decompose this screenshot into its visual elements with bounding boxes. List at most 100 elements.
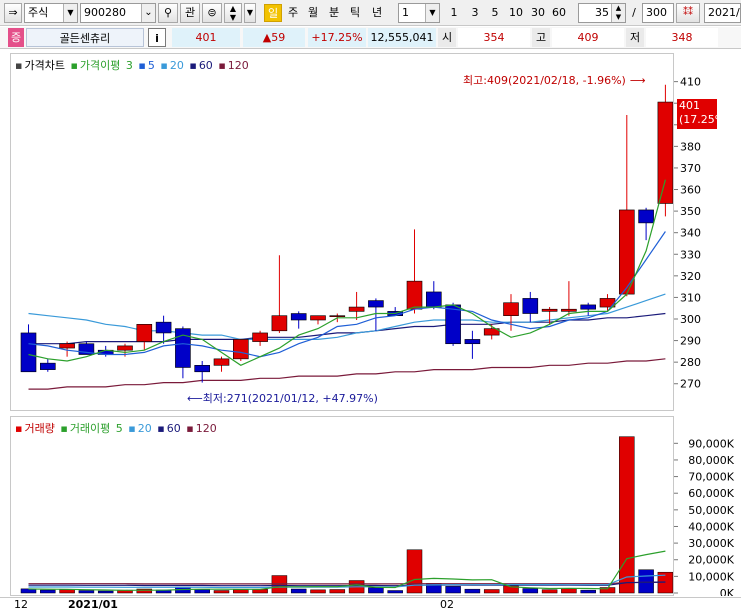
volume-legend: ▪ 거래량 ▪ 거래이평 5 ▪ 20 ▪ 60 ▪ 120 (15, 422, 217, 435)
stock-name-field[interactable]: 골든센츄리 (26, 28, 144, 47)
price-tick-label: 290 (680, 335, 701, 348)
chevron-down-icon[interactable]: ▼ (425, 4, 439, 22)
period-week-button[interactable]: 주 (284, 4, 302, 22)
minute-60-button[interactable]: 60 (549, 4, 569, 22)
candle-body (117, 345, 133, 351)
price-ma-3: 3 (125, 59, 133, 72)
chart-settings-icon[interactable]: ⁑⁑ (676, 3, 700, 23)
trade-volume: 12,555,041 (368, 28, 436, 47)
count-divider: / (632, 6, 636, 19)
candle-body (310, 315, 326, 321)
volume-legend-title: 거래량 (24, 422, 55, 435)
candle-body (541, 308, 558, 312)
volume-ma-60: 60 (166, 422, 181, 435)
price-change: ▲59 (243, 28, 305, 47)
chevron-down-icon[interactable]: ▼ (63, 4, 77, 22)
market-type-select[interactable]: 주식 ▼ (24, 3, 78, 23)
minute-1-button[interactable]: 1 (446, 4, 462, 22)
volume-bar (406, 549, 423, 594)
candle-body (175, 328, 191, 368)
interval-value: 1 (402, 6, 409, 19)
candle-body (233, 339, 249, 360)
low-label: 저 (626, 28, 644, 47)
minute-3-button[interactable]: 3 (467, 4, 483, 22)
candle-body (425, 291, 442, 308)
price-tick-label: 310 (680, 291, 701, 304)
candle-body (580, 304, 597, 310)
up-down-spinner-icon[interactable]: ▲ ▼ (224, 3, 242, 23)
minute-5-button[interactable]: 5 (487, 4, 503, 22)
candle-body (20, 332, 37, 373)
candle-body (445, 304, 461, 345)
date-label-dec: 12 (14, 598, 28, 611)
price-tick-label: 280 (680, 356, 701, 369)
candle-body (39, 362, 56, 370)
price-chart-canvas (20, 84, 674, 390)
stock-code-input[interactable]: 900280 ⌄ (80, 3, 156, 23)
volume-chart-pane[interactable]: ▪ 거래량 ▪ 거래이평 5 ▪ 20 ▪ 60 ▪ 120 (10, 416, 674, 596)
current-price-tag-rate: (17.25%) (679, 113, 730, 126)
period-day-button[interactable]: 일 (264, 4, 282, 22)
volume-tick-label: 40,000K (688, 520, 734, 533)
price-tick-label: 360 (680, 184, 701, 197)
date-value: 2021/0 (708, 6, 740, 19)
volume-ma-20: 20 (137, 422, 152, 435)
volume-tick-label: 60,000K (688, 487, 734, 500)
price-ma-60: 60 (198, 59, 213, 72)
minute-10-button[interactable]: 10 (506, 4, 526, 22)
date-input[interactable]: 2021/0 (704, 3, 741, 23)
high-marker-label: 최고:409(2021/02/18, -1.96%) (463, 74, 626, 87)
volume-bar (59, 589, 75, 594)
volume-tick-label: 0K (720, 587, 735, 596)
period-month-button[interactable]: 월 (304, 4, 322, 22)
price-legend-title: 가격차트 (24, 59, 65, 72)
candle-body (136, 324, 153, 342)
count-value: 300 (646, 6, 667, 19)
volume-axis: 0K 10,000K 20,000K 30,000K 40,000K 50,000K 60,… (674, 416, 738, 600)
zoom-stepper[interactable]: 35 ▲ ▼ (578, 3, 626, 23)
price-legend: ▪ 가격차트 ▪ 가격이평 3 ▪ 5 ▪ 20 ▪ 60 ▪ 120 (15, 59, 249, 72)
interval-select[interactable]: 1 ▼ (398, 3, 440, 23)
volume-ma-label: 거래이평 (69, 422, 111, 435)
info-button[interactable]: i (148, 28, 166, 47)
high-marker: 최고:409(2021/02/18, -1.96%) ⟶ (463, 74, 646, 87)
volume-axis-canvas: 0K 10,000K 20,000K 30,000K 40,000K 50,000K 60,… (674, 437, 735, 600)
period-tick-button[interactable]: 틱 (346, 4, 364, 22)
volume-bar (464, 588, 481, 594)
volume-bar (541, 589, 558, 594)
candle-body (503, 302, 519, 316)
period-minute-button[interactable]: 분 (325, 4, 343, 22)
price-ma-20: 20 (169, 59, 184, 72)
price-tick-label: 330 (680, 248, 701, 261)
link-icon[interactable]: ⊜ (202, 3, 222, 23)
market-badge: 증 (8, 28, 24, 47)
price-chart-pane[interactable]: ▪ 가격차트 ▪ 가격이평 3 ▪ 5 ▪ 20 ▪ 60 ▪ 120 최고:409(202… (10, 53, 674, 411)
current-price-tag: 401 (17.25%) (677, 99, 730, 129)
menu-toggle-icon[interactable]: ⇒ (4, 3, 22, 23)
volume-tick-label: 10,000K (688, 570, 734, 583)
candle-body (657, 101, 674, 204)
search-icon[interactable]: ⚲ (158, 3, 178, 23)
chevron-down-icon[interactable]: ⌄ (141, 4, 155, 22)
date-axis: 12 2021/01 02 (0, 597, 741, 612)
volume-bar (522, 588, 539, 594)
volume-bar (290, 588, 307, 594)
interest-button[interactable]: 관 (180, 3, 200, 23)
count-input[interactable]: 300 (642, 3, 674, 23)
chart-toolbar: ⇒ 주식 ▼ 900280 ⌄ ⚲ 관 ⊜ ▲ ▼ ▼ 일 주 월 분 틱 년 1… (0, 0, 741, 26)
candle-body (348, 306, 365, 312)
volume-tick-label: 70,000K (688, 471, 734, 484)
minute-30-button[interactable]: 30 (528, 4, 548, 22)
price-ma-label: 가격이평 (79, 59, 121, 72)
stock-code-value: 900280 (84, 6, 126, 19)
volume-tick-label: 30,000K (688, 537, 734, 550)
stepper-arrows-icon[interactable]: ▲ ▼ (611, 4, 625, 22)
volume-bar (97, 590, 114, 594)
candle-body (271, 315, 288, 332)
more-dropdown-icon[interactable]: ▼ (244, 3, 256, 23)
volume-bar (40, 589, 56, 594)
period-year-button[interactable]: 년 (368, 4, 386, 22)
candle-body (561, 308, 577, 312)
volume-bar (329, 589, 346, 594)
candle-body (522, 298, 539, 314)
